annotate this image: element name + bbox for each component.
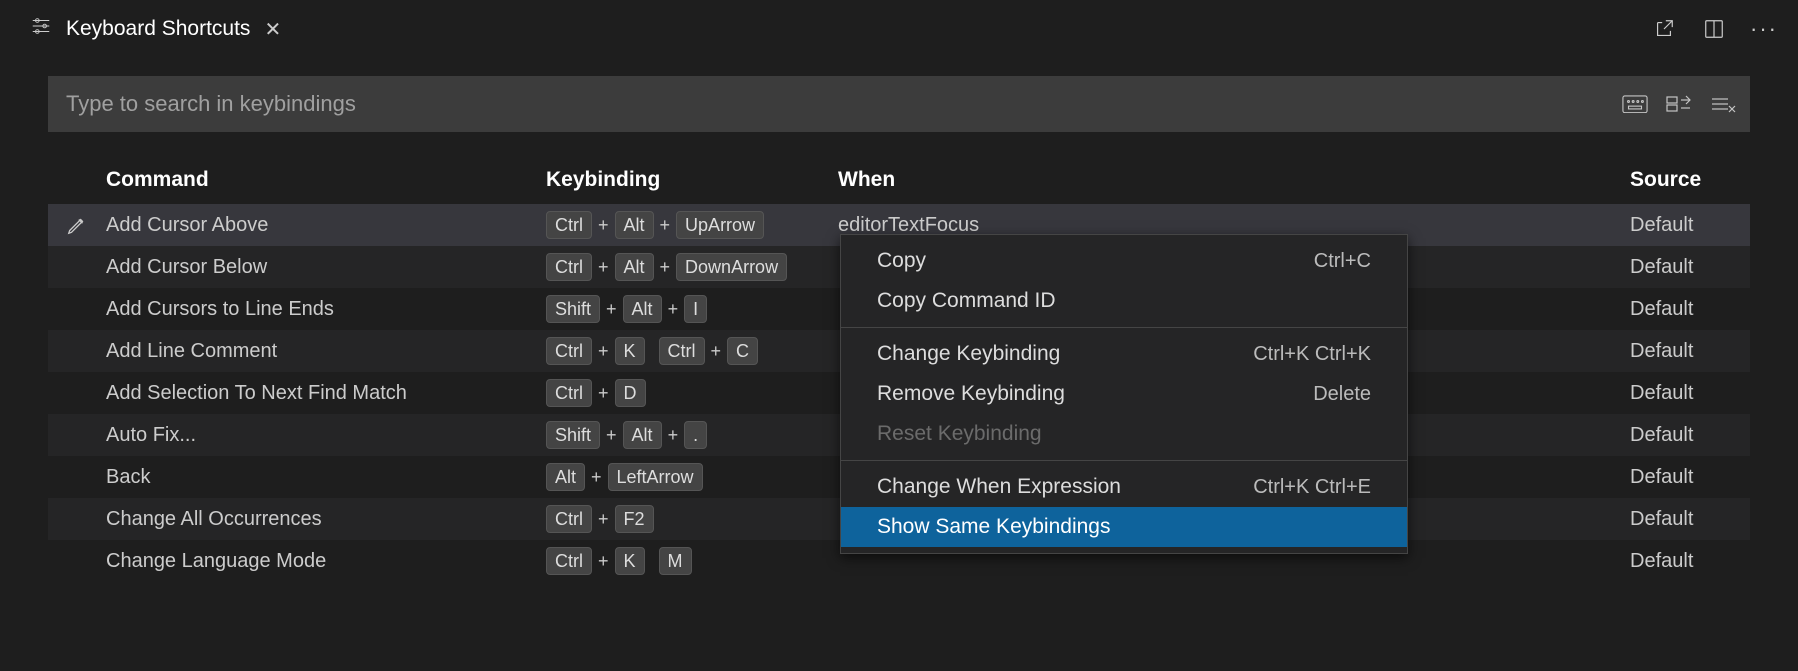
menu-item-shortcut: Ctrl+K Ctrl+E (1253, 476, 1371, 499)
keybinding-cell: Shift+Alt+I (546, 295, 838, 323)
title-actions: ··· (1652, 17, 1786, 41)
key-chip: M (659, 547, 692, 575)
key-chip: . (684, 421, 707, 449)
menu-item-label: Show Same Keybindings (877, 515, 1110, 539)
menu-item-label: Remove Keybinding (877, 382, 1065, 406)
key-chip: Ctrl (546, 337, 592, 365)
col-source[interactable]: Source (1630, 168, 1750, 192)
menu-item-shortcut: Ctrl+K Ctrl+K (1253, 343, 1371, 366)
key-chip: K (615, 547, 645, 575)
search-input[interactable] (48, 76, 1608, 132)
key-chip: Shift (546, 295, 600, 323)
search-row (48, 76, 1750, 132)
key-chip: D (615, 379, 646, 407)
menu-item-label: Reset Keybinding (877, 422, 1042, 446)
menu-separator (841, 460, 1407, 461)
close-icon[interactable]: ✕ (264, 17, 281, 42)
menu-item[interactable]: Copy Command ID (841, 281, 1407, 321)
source-cell: Default (1630, 382, 1750, 405)
menu-item[interactable]: Copy Ctrl+C (841, 241, 1407, 281)
menu-item[interactable]: Change Keybinding Ctrl+K Ctrl+K (841, 334, 1407, 374)
tab-keyboard-shortcuts[interactable]: Keyboard Shortcuts ✕ (12, 0, 299, 58)
source-cell: Default (1630, 214, 1750, 237)
col-when[interactable]: When (838, 168, 1630, 192)
tab-group: Keyboard Shortcuts ✕ (12, 0, 299, 58)
command-cell: Back (106, 466, 546, 489)
key-chip: K (615, 337, 645, 365)
pencil-icon (66, 214, 88, 236)
key-chip: F2 (615, 505, 654, 533)
menu-item[interactable]: Change When Expression Ctrl+K Ctrl+E (841, 467, 1407, 507)
settings-list-icon (30, 15, 52, 43)
key-chip: Ctrl (546, 547, 592, 575)
key-chip: Alt (623, 295, 662, 323)
menu-item-label: Change When Expression (877, 475, 1121, 499)
key-chip: Ctrl (546, 253, 592, 281)
key-chip: Alt (615, 253, 654, 281)
command-cell: Add Selection To Next Find Match (106, 382, 546, 405)
command-cell: Add Cursor Below (106, 256, 546, 279)
keybinding-cell: Ctrl+Alt+DownArrow (546, 253, 838, 281)
keybinding-cell: Shift+Alt+. (546, 421, 838, 449)
table-header: Command Keybinding When Source (48, 160, 1750, 204)
command-cell: Add Cursors to Line Ends (106, 298, 546, 321)
command-cell: Change Language Mode (106, 550, 546, 573)
edit-icon-cell (48, 214, 106, 236)
key-chip: I (684, 295, 707, 323)
key-chip: UpArrow (676, 211, 764, 239)
menu-item[interactable]: Remove Keybinding Delete (841, 374, 1407, 414)
menu-item-shortcut: Delete (1313, 383, 1371, 406)
command-cell: Add Cursor Above (106, 214, 546, 237)
menu-item[interactable]: Show Same Keybindings (841, 507, 1407, 547)
key-chip: Ctrl (546, 505, 592, 533)
titlebar: Keyboard Shortcuts ✕ ··· (0, 0, 1798, 58)
keybinding-cell: Ctrl+KCtrl+C (546, 337, 838, 365)
col-command[interactable]: Command (106, 168, 546, 192)
source-cell: Default (1630, 508, 1750, 531)
menu-item: Reset Keybinding (841, 414, 1407, 454)
key-chip: Alt (615, 211, 654, 239)
key-chip: Ctrl (659, 337, 705, 365)
context-menu: Copy Ctrl+C Copy Command ID Change Keybindi… (840, 234, 1408, 554)
split-editor-icon[interactable] (1702, 17, 1726, 41)
source-cell: Default (1630, 550, 1750, 573)
search-actions (1608, 93, 1750, 115)
menu-item-shortcut: Ctrl+C (1314, 250, 1371, 273)
source-cell: Default (1630, 466, 1750, 489)
command-cell: Auto Fix... (106, 424, 546, 447)
command-cell: Change All Occurrences (106, 508, 546, 531)
key-chip: Alt (546, 463, 585, 491)
key-chip: Ctrl (546, 211, 592, 239)
source-cell: Default (1630, 424, 1750, 447)
col-keybinding[interactable]: Keybinding (546, 168, 838, 192)
keybinding-cell: Ctrl+F2 (546, 505, 838, 533)
key-chip: DownArrow (676, 253, 787, 281)
tab-label: Keyboard Shortcuts (66, 17, 250, 41)
record-keys-icon[interactable] (1622, 93, 1648, 115)
key-chip: LeftArrow (608, 463, 703, 491)
key-chip: Shift (546, 421, 600, 449)
keybinding-cell: Ctrl+Alt+UpArrow (546, 211, 838, 239)
clear-filter-icon[interactable] (1710, 93, 1736, 115)
menu-separator (841, 327, 1407, 328)
keybinding-cell: Ctrl+D (546, 379, 838, 407)
more-actions-icon[interactable]: ··· (1752, 17, 1776, 41)
source-cell: Default (1630, 298, 1750, 321)
menu-item-label: Copy (877, 249, 926, 273)
sort-precedence-icon[interactable] (1666, 93, 1692, 115)
key-chip: Ctrl (546, 379, 592, 407)
source-cell: Default (1630, 340, 1750, 363)
source-cell: Default (1630, 256, 1750, 279)
keybinding-cell: Ctrl+KM (546, 547, 838, 575)
open-json-icon[interactable] (1652, 17, 1676, 41)
key-chip: C (727, 337, 758, 365)
menu-item-label: Change Keybinding (877, 342, 1060, 366)
keybinding-cell: Alt+LeftArrow (546, 463, 838, 491)
menu-item-label: Copy Command ID (877, 289, 1056, 313)
command-cell: Add Line Comment (106, 340, 546, 363)
key-chip: Alt (623, 421, 662, 449)
